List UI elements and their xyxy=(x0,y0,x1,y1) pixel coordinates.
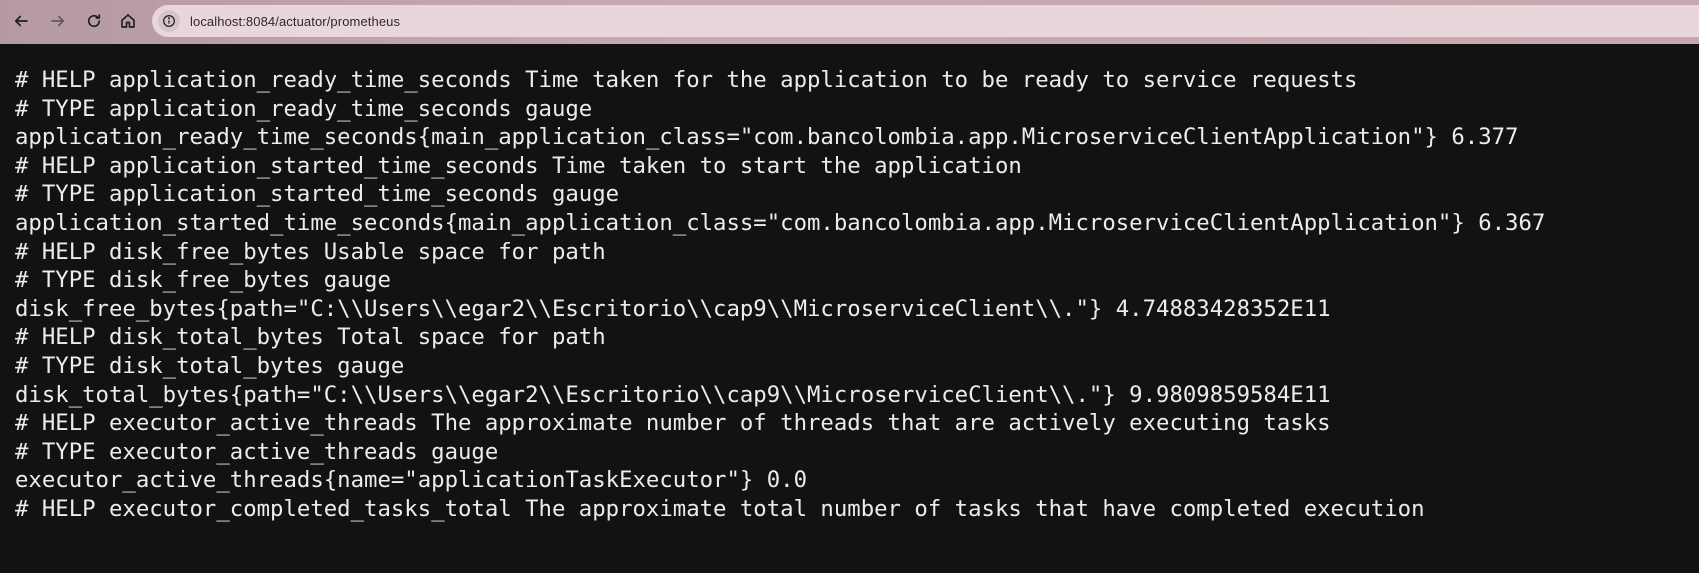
metric-line: # HELP application_ready_time_seconds Ti… xyxy=(15,67,1358,93)
metric-line: # TYPE application_started_time_seconds … xyxy=(15,181,620,208)
arrow-right-icon xyxy=(51,15,65,27)
forward-button[interactable] xyxy=(43,6,73,36)
site-info-button[interactable] xyxy=(158,10,180,32)
metric-line: # HELP disk_total_bytes Total space for … xyxy=(15,324,606,351)
metric-line: # TYPE disk_free_bytes gauge xyxy=(15,267,391,294)
metric-line: # TYPE executor_active_threads gauge xyxy=(15,438,499,465)
back-button[interactable] xyxy=(6,6,36,36)
reload-button[interactable] xyxy=(79,6,109,36)
metric-line: # HELP executor_active_threads The appro… xyxy=(15,410,1331,437)
page-content: # HELP application_ready_time_seconds Ti… xyxy=(0,44,1699,573)
reload-icon xyxy=(87,14,101,28)
browser-toolbar: localhost:8084/actuator/prometheus xyxy=(0,0,1699,44)
metric-line: executor_active_threads{name="applicatio… xyxy=(15,467,808,494)
metric-line: disk_total_bytes{path="C:\\Users\\egar2\… xyxy=(15,381,1331,408)
metric-line: # HELP application_started_time_seconds … xyxy=(15,152,1022,179)
metric-line: # HELP executor_completed_tasks_total Th… xyxy=(15,495,1425,522)
url-text[interactable]: localhost:8084/actuator/prometheus xyxy=(190,14,400,29)
metric-line: # TYPE application_ready_time_seconds ga… xyxy=(15,95,593,122)
metric-line: # HELP disk_free_bytes Usable space for … xyxy=(15,238,606,265)
home-button[interactable] xyxy=(113,6,143,36)
metric-line: application_ready_time_seconds{main_appl… xyxy=(15,124,1519,151)
metric-line: # TYPE disk_total_bytes gauge xyxy=(15,352,405,379)
metric-line: disk_free_bytes{path="C:\\Users\\egar2\\… xyxy=(15,295,1331,322)
address-bar[interactable]: localhost:8084/actuator/prometheus xyxy=(152,5,1699,37)
metric-line: application_started_time_seconds{main_ap… xyxy=(15,209,1546,236)
home-icon xyxy=(121,14,135,28)
arrow-left-icon xyxy=(14,15,28,27)
site-info-icon xyxy=(163,15,175,27)
prometheus-metrics-text: # HELP application_ready_time_seconds Ti… xyxy=(0,44,1699,524)
